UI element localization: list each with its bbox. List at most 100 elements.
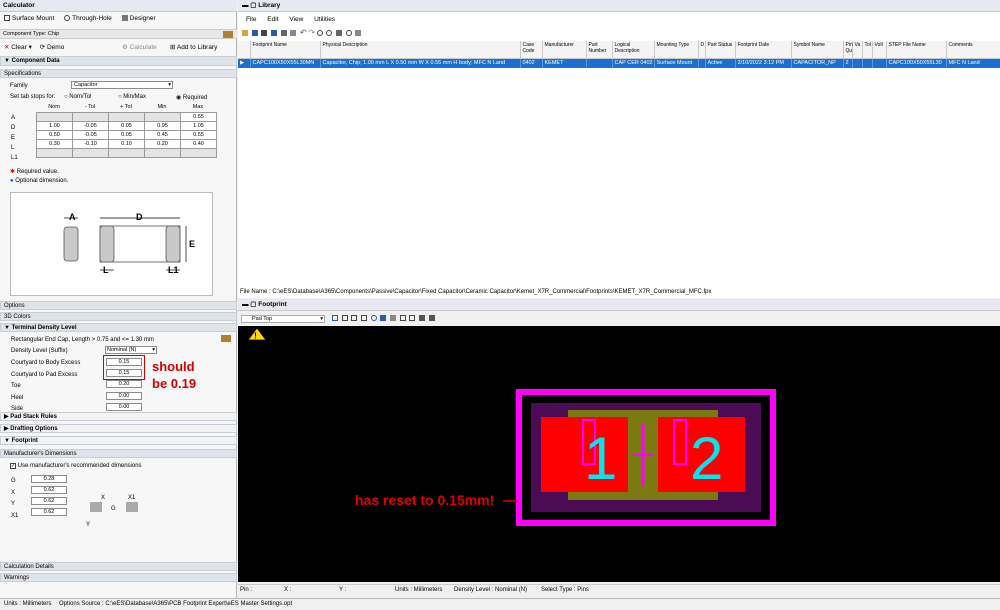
flag-icon[interactable] bbox=[336, 30, 343, 37]
demo-button[interactable]: ⟳ Demo bbox=[40, 44, 65, 51]
legend-optional: ● Optional dimension. bbox=[10, 178, 69, 184]
mfr-x1-input[interactable]: 0.62 bbox=[31, 508, 67, 516]
calculator-panel: Calculator Surface Mount Through-Hole De… bbox=[0, 0, 237, 598]
component-data-header[interactable]: ▼ Component Data bbox=[0, 56, 237, 66]
delete-icon[interactable] bbox=[261, 30, 268, 37]
spec-row-labels: A D E L L1 bbox=[11, 115, 18, 161]
mfr-x-input[interactable]: 0.62 bbox=[31, 486, 67, 494]
footprint-header[interactable]: ▼ Footprint bbox=[0, 436, 237, 445]
legend-required: ✱ Required value. bbox=[10, 169, 59, 175]
through-hole-icon bbox=[64, 15, 71, 22]
undo-icon[interactable]: ↶ bbox=[300, 28, 307, 37]
density-select[interactable]: Nominal (N) ▾ bbox=[105, 346, 157, 354]
options-header[interactable]: Options bbox=[0, 301, 237, 310]
mfr-dim-x: X bbox=[101, 495, 105, 501]
clear-button[interactable]: ✕ Clear ▾ bbox=[4, 44, 32, 51]
measure-icon[interactable] bbox=[390, 315, 397, 321]
chevron-down-icon: ▾ bbox=[152, 347, 155, 353]
library-table: Footprint Name Physical Description Case… bbox=[238, 41, 1000, 68]
heel-input[interactable]: 0.00 bbox=[106, 392, 142, 400]
mfr-y-input[interactable]: 0.62 bbox=[31, 497, 67, 505]
chip-icon bbox=[4, 15, 10, 22]
copy-icon[interactable] bbox=[399, 315, 406, 321]
dim-e-label: E bbox=[189, 239, 195, 249]
through-hole-tab[interactable]: Through-Hole bbox=[64, 15, 112, 22]
pad-gap-diagram-svg: X X1 G Y bbox=[86, 495, 138, 528]
wrench-icon[interactable] bbox=[290, 30, 297, 37]
should-annotation: should be 0.19 bbox=[152, 359, 197, 391]
end-cap-icon[interactable] bbox=[221, 335, 231, 342]
grid-icon[interactable] bbox=[280, 30, 287, 37]
pad-2-label: 2 bbox=[690, 425, 723, 492]
table-row[interactable]: ▶ CAPC100X50X55L30MN Capacitor, Chip; 1.… bbox=[238, 58, 1000, 68]
mode-tabs: Surface Mount Through-Hole Designer bbox=[4, 15, 156, 22]
menu-file[interactable]: File bbox=[246, 16, 256, 23]
select-icon[interactable] bbox=[341, 315, 348, 321]
footprint-canvas[interactable]: ! 1 2 has reset to 0.15mm! bbox=[238, 326, 1000, 582]
dim-l1-label: L1 bbox=[168, 265, 179, 275]
family-select[interactable]: Capacitor ▾ bbox=[71, 81, 173, 89]
open-icon[interactable] bbox=[242, 30, 248, 37]
status-options-source: Options Source : C:\eES\Database\A365\PC… bbox=[59, 601, 293, 607]
surface-mount-tab[interactable]: Surface Mount bbox=[4, 15, 54, 22]
chevron-down-icon: ▾ bbox=[168, 82, 171, 88]
specifications-header[interactable]: Specifications bbox=[0, 69, 237, 78]
toe-input[interactable]: 0.20 bbox=[106, 380, 142, 388]
pad-stack-header[interactable]: ▶ Pad Stack Rules bbox=[0, 412, 237, 421]
row-selector-icon: ▶ bbox=[238, 58, 251, 68]
radio-required[interactable]: ◉ Required bbox=[176, 94, 207, 101]
footprint-panel: ▬ ▢ Footprint Pad Top ▾ ! 1 2 has reset … bbox=[238, 299, 1000, 598]
mfr-dims-header[interactable]: Manufacturer's Dimensions bbox=[0, 449, 237, 458]
dim-l-label: L bbox=[103, 265, 109, 275]
redo-icon[interactable]: ↷ bbox=[308, 28, 315, 37]
terminal-density-header[interactable]: ▼ Terminal Density Level bbox=[0, 323, 237, 332]
drafting-header[interactable]: ▶ Drafting Options bbox=[0, 424, 237, 433]
calculator-title: Calculator bbox=[0, 0, 237, 12]
designer-tab[interactable]: Designer bbox=[121, 15, 156, 22]
table-row: 0.50 -0.05 0.05 0.45 0.55 bbox=[36, 130, 217, 140]
side-input[interactable]: 0.00 bbox=[106, 403, 142, 411]
warnings-header[interactable]: Warnings bbox=[0, 573, 237, 582]
menu-view[interactable]: View bbox=[289, 16, 303, 23]
table-row: 1.00 -0.05 0.05 0.95 1.05 bbox=[36, 121, 217, 131]
calculate-button[interactable]: ⚙ Calculate bbox=[122, 43, 157, 51]
library-grid: Footprint Name Physical Description Case… bbox=[238, 41, 1000, 68]
mfr-g-input[interactable]: 0.28 bbox=[31, 475, 67, 483]
warning-icon bbox=[247, 327, 267, 341]
footprint-toolbar bbox=[332, 315, 437, 322]
library-panel: ▬ ▢ Library File Edit View Utilities ↶ ↷… bbox=[238, 0, 1000, 298]
table-row: 0.30 -0.10 0.10 0.20 0.40 bbox=[36, 139, 217, 149]
layer-select[interactable]: Pad Top ▾ bbox=[241, 315, 325, 323]
save-icon[interactable] bbox=[251, 30, 258, 37]
camera-icon[interactable] bbox=[355, 30, 362, 37]
footprint-status: Pin : X : Y : Units : Millimeters Densit… bbox=[238, 584, 1000, 594]
menu-utilities[interactable]: Utilities bbox=[314, 16, 335, 23]
svg-text:!: ! bbox=[254, 332, 257, 341]
tab-stops-row: Set tab stops for: ○ Nom/Tol ○ Min/Max ◉… bbox=[10, 94, 208, 101]
pointer-icon[interactable] bbox=[332, 315, 338, 321]
export-icon[interactable] bbox=[409, 315, 416, 321]
print-icon[interactable] bbox=[419, 315, 426, 321]
footprint-title: ▬ ▢ Footprint bbox=[238, 299, 1000, 311]
zoom-icon[interactable] bbox=[316, 30, 323, 37]
family-label: Family bbox=[10, 83, 28, 89]
settings-icon[interactable] bbox=[326, 30, 333, 37]
dim-d-label: D bbox=[136, 212, 143, 222]
mfr-dim-x1: X1 bbox=[128, 495, 136, 501]
highlight-box bbox=[103, 355, 145, 380]
3d-colors-header[interactable]: 3D Colors bbox=[0, 312, 237, 321]
add-to-library-button[interactable]: ⊞ Add to Library bbox=[170, 43, 217, 51]
radio-min-max[interactable]: ○ Min/Max bbox=[118, 94, 146, 100]
pan-icon[interactable] bbox=[361, 315, 368, 321]
wrench-icon[interactable] bbox=[428, 315, 435, 321]
calc-details-header[interactable]: Calculation Details bbox=[0, 562, 237, 571]
zoom-fit-icon[interactable] bbox=[351, 315, 358, 321]
eye-icon[interactable] bbox=[345, 30, 352, 37]
table-icon[interactable] bbox=[271, 30, 278, 37]
radio-nom-tol[interactable]: ○ Nom/Tol bbox=[64, 94, 91, 100]
use-mfr-checkbox[interactable]: ✓ Use manufacturer's recommended dimensi… bbox=[10, 463, 142, 469]
component-type-icon[interactable] bbox=[223, 31, 233, 38]
menu-edit[interactable]: Edit bbox=[267, 16, 278, 23]
refresh-icon[interactable] bbox=[370, 315, 377, 321]
layers-icon[interactable] bbox=[380, 315, 387, 321]
